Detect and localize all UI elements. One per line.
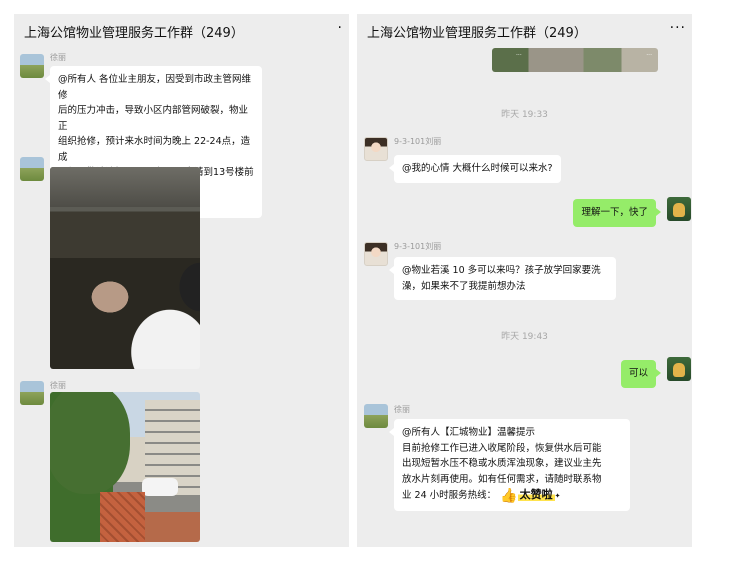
sender-name: 9-3-101刘丽 (394, 137, 442, 146)
more-icon[interactable]: · (338, 20, 343, 36)
right-chat-screenshot: 上海公馆物业管理服务工作群（249） ··· ... ... 昨天 19:33 … (357, 14, 692, 547)
workers-repairing-pipe-photo[interactable] (50, 167, 200, 369)
message-line: @所有人 各位业主朋友，因受到市政主管网维修 (58, 74, 252, 101)
avatar[interactable] (20, 381, 44, 405)
sidewalk (100, 492, 145, 542)
message-bubble[interactable]: @物业若溪 10 多可以来吗？孩子放学回家要洗 澡，如果来不了我提前想办法 (389, 257, 616, 300)
sender-name: 9-3-101刘丽 (394, 242, 442, 251)
sender-name: 徐丽 (50, 381, 66, 390)
message-bubble-self[interactable]: 可以 (620, 360, 662, 388)
thumbs-up-sticker: 👍 太赞啦 ✦ (498, 487, 564, 505)
sender-name: 徐丽 (50, 53, 66, 62)
street-with-crowd-photo[interactable] (50, 392, 200, 542)
previous-image-thumbnail[interactable]: ... ... (492, 48, 658, 72)
avatar[interactable] (20, 157, 44, 181)
chat-title: 上海公馆物业管理服务工作群（249） (367, 25, 587, 41)
car (142, 478, 178, 496)
sticker-text: 太赞啦 (517, 488, 555, 501)
message-line: 业 24 小时服务热线： 👍 太赞啦 ✦ (402, 487, 622, 505)
message-line: 放水片刻再使用。如有任何需求，请随时联系物 (402, 473, 602, 485)
left-chat-screenshot: 上海公馆物业管理服务工作群（249） · 徐丽 @所有人 各位业主朋友，因受到市… (14, 14, 349, 547)
message-line: 澡，如果来不了我提前想办法 (402, 280, 526, 292)
message-text: @我的心情 大概什么时候可以来水? (402, 163, 553, 174)
avatar[interactable] (364, 137, 388, 161)
tree (50, 392, 130, 494)
message-bubble[interactable]: @所有人【汇城物业】温馨提示 目前抢修工作已进入收尾阶段，恢复供水后可能 出现短… (389, 419, 630, 511)
timestamp: 昨天 19:33 (501, 110, 548, 120)
thumbs-up-icon: 👍 (500, 488, 518, 504)
sender-name: 徐丽 (394, 405, 410, 414)
message-line: 后的压力冲击，导致小区内部管网破裂，物业正 (58, 105, 249, 132)
avatar[interactable] (667, 357, 691, 381)
message-line-text: 业 24 小时服务热线： (402, 490, 497, 501)
message-text: 理解一下，快了 (581, 207, 648, 218)
avatar[interactable] (364, 404, 388, 428)
thumbnail-text: ... (646, 50, 652, 57)
message-line: 组织抢修，预计来水时间为晚上 22-24点，造成 (58, 136, 251, 163)
message-line: 目前抢修工作已进入收尾阶段，恢复供水后可能 (402, 442, 602, 454)
sparkle-icon: ✦ (554, 492, 561, 500)
timestamp: 昨天 19:43 (501, 332, 548, 342)
avatar[interactable] (667, 197, 691, 221)
avatar[interactable] (364, 242, 388, 266)
thumbnail-text: ... (516, 50, 522, 57)
message-bubble[interactable]: @我的心情 大概什么时候可以来水? (389, 155, 561, 183)
message-line: 出现短暂水压不稳或水质浑浊现象，建议业主先 (402, 458, 602, 469)
message-line: @物业若溪 10 多可以来吗？孩子放学回家要洗 (402, 265, 601, 276)
chat-title-bar: 上海公馆物业管理服务工作群（249） · (14, 14, 349, 48)
message-line: @所有人【汇城物业】温馨提示 (402, 427, 536, 438)
more-icon[interactable]: ··· (670, 20, 686, 36)
avatar[interactable] (20, 54, 44, 78)
message-text: 可以 (628, 368, 648, 379)
message-bubble-self[interactable]: 理解一下，快了 (573, 199, 661, 227)
chat-title-bar: 上海公馆物业管理服务工作群（249） ··· (357, 14, 692, 48)
chat-title: 上海公馆物业管理服务工作群（249） (24, 25, 244, 41)
